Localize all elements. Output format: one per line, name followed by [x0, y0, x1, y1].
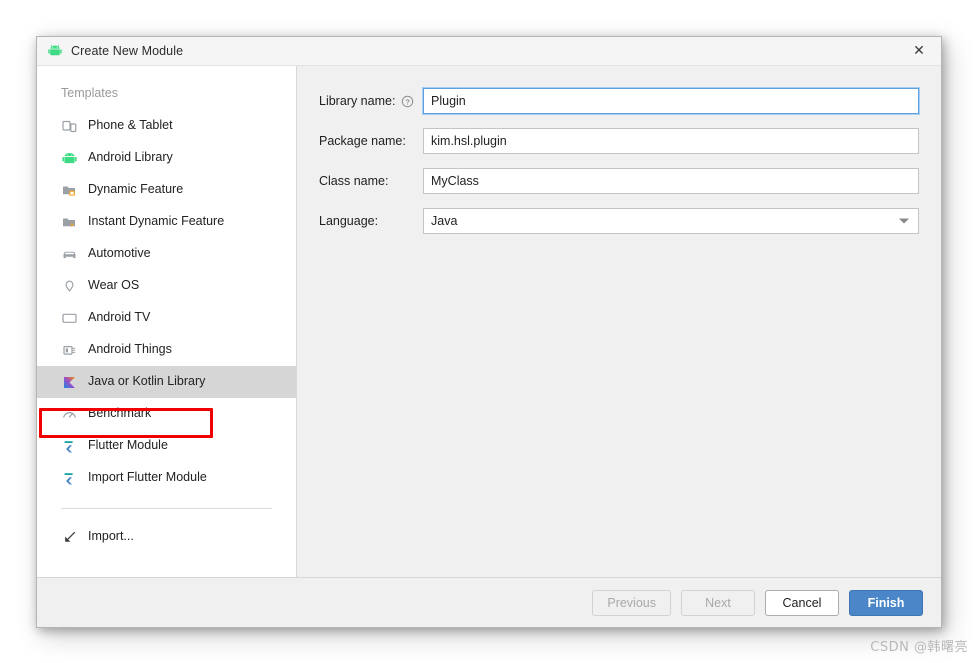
sidebar-divider — [61, 508, 272, 509]
sidebar-item-label: Android Library — [88, 150, 173, 165]
sidebar-item-label: Wear OS — [88, 278, 140, 293]
library-name-label-text: Library name: — [319, 94, 396, 108]
create-new-module-dialog: Create New Module ✕ Templates Phone & Ta… — [36, 36, 942, 628]
sidebar-item-label: Import... — [88, 529, 134, 544]
sidebar-item-label: Benchmark — [88, 406, 152, 421]
sidebar-item-label: Phone & Tablet — [88, 118, 173, 133]
sidebar-item-label: Android TV — [88, 310, 151, 325]
help-icon[interactable]: ? — [401, 95, 414, 108]
android-icon — [47, 43, 63, 59]
chevron-down-icon — [899, 218, 909, 224]
things-icon — [61, 342, 78, 359]
form-row-library-name: Library name: ? Plugin — [319, 88, 919, 114]
kotlin-icon — [61, 374, 78, 391]
form-row-class-name: Class name: MyClass — [319, 168, 919, 194]
dialog-title: Create New Module — [71, 44, 184, 58]
form-row-language: Language: Java — [319, 208, 919, 234]
library-name-input[interactable]: Plugin — [423, 88, 919, 114]
cancel-button[interactable]: Cancel — [765, 589, 839, 616]
import-icon — [61, 529, 78, 546]
form-row-package-name: Package name: kim.hsl.plugin — [319, 128, 919, 154]
sidebar-item-android-library[interactable]: Android Library — [37, 142, 296, 174]
sidebar-item-instant-dynamic-feature[interactable]: Instant Dynamic Feature — [37, 206, 296, 238]
close-icon[interactable]: ✕ — [897, 37, 941, 65]
sidebar-item-flutter-module[interactable]: Flutter Module — [37, 430, 296, 462]
language-selected-value: Java — [431, 214, 458, 228]
class-name-label: Class name: — [319, 174, 389, 188]
instant-dynamic-feature-icon — [61, 214, 78, 231]
sidebar-item-java-or-kotlin-library[interactable]: Java or Kotlin Library — [37, 366, 296, 398]
library-name-label: Library name: ? — [319, 94, 423, 108]
sidebar-item-label: Dynamic Feature — [88, 182, 184, 197]
module-form-panel: Library name: ? Plugin Package name: kim… — [297, 66, 941, 577]
finish-button[interactable]: Finish — [849, 589, 923, 616]
sidebar-item-label: Automotive — [88, 246, 151, 261]
templates-section-label: Templates — [61, 86, 118, 100]
car-icon — [61, 246, 78, 263]
dialog-titlebar: Create New Module ✕ — [37, 37, 941, 66]
watch-icon — [61, 278, 78, 295]
sidebar-item-phone-tablet[interactable]: Phone & Tablet — [37, 110, 296, 142]
sidebar-item-label: Import Flutter Module — [88, 470, 207, 485]
tv-icon — [61, 310, 78, 327]
sidebar-item-label: Flutter Module — [88, 438, 168, 453]
svg-text:?: ? — [406, 97, 410, 106]
sidebar-item-android-things[interactable]: Android Things — [37, 334, 296, 366]
templates-sidebar: Templates Phone & Tablet Android Library… — [37, 66, 297, 577]
sidebar-item-import-flutter-module[interactable]: Import Flutter Module — [37, 462, 296, 494]
class-name-input[interactable]: MyClass — [423, 168, 919, 194]
flutter-icon — [61, 438, 78, 455]
sidebar-item-label: Instant Dynamic Feature — [88, 214, 225, 229]
package-name-label: Package name: — [319, 134, 406, 148]
flutter-icon — [61, 470, 78, 487]
package-name-input[interactable]: kim.hsl.plugin — [423, 128, 919, 154]
benchmark-icon — [61, 406, 78, 423]
sidebar-item-label: Java or Kotlin Library — [88, 374, 206, 389]
language-label: Language: — [319, 214, 379, 228]
sidebar-item-android-tv[interactable]: Android TV — [37, 302, 296, 334]
sidebar-item-automotive[interactable]: Automotive — [37, 238, 296, 270]
language-select[interactable]: Java — [423, 208, 919, 234]
next-button[interactable]: Next — [681, 589, 755, 616]
dynamic-feature-icon — [61, 182, 78, 199]
csdn-watermark: CSDN @韩曙亮 — [870, 640, 968, 655]
sidebar-item-dynamic-feature[interactable]: Dynamic Feature — [37, 174, 296, 206]
sidebar-item-wear-os[interactable]: Wear OS — [37, 270, 296, 302]
previous-button[interactable]: Previous — [592, 589, 671, 616]
sidebar-item-label: Android Things — [88, 342, 172, 357]
dialog-footer: Previous Next Cancel Finish — [37, 577, 941, 627]
phone-tablet-icon — [61, 118, 78, 135]
sidebar-item-benchmark[interactable]: Benchmark — [37, 398, 296, 430]
android-icon — [61, 150, 78, 167]
dialog-body: Templates Phone & Tablet Android Library… — [37, 66, 941, 577]
sidebar-item-import[interactable]: Import... — [37, 521, 296, 553]
